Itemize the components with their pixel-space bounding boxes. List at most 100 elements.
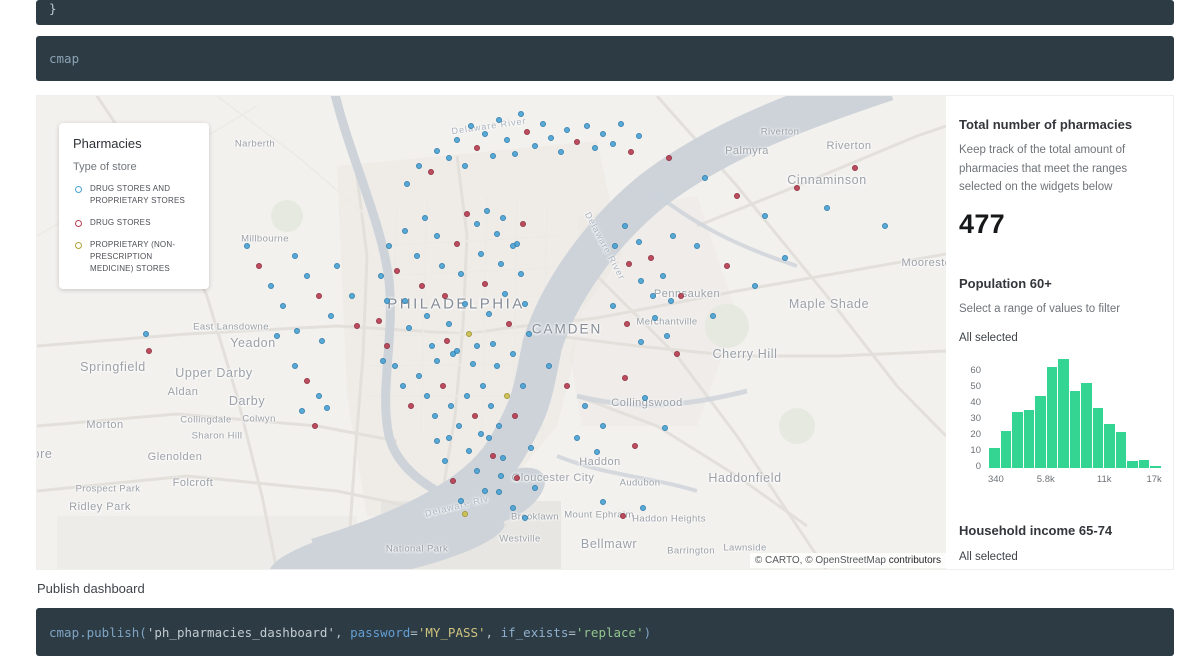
pharmacy-point	[824, 205, 830, 211]
widget-selection-status: All selected	[959, 551, 1161, 563]
pharmacy-point	[794, 185, 800, 191]
pharmacy-point	[624, 321, 630, 327]
pharmacy-point	[502, 291, 508, 297]
pharmacy-point	[406, 325, 412, 331]
pharmacy-point	[334, 263, 340, 269]
pharmacy-point	[256, 263, 262, 269]
pharmacy-point	[424, 313, 430, 319]
pharmacy-point	[574, 435, 580, 441]
legend-color-icon	[75, 242, 82, 249]
histogram-bar	[1127, 461, 1138, 467]
pharmacy-point	[650, 293, 656, 299]
widget-household-income: Household income 65-74 All selected 0102…	[959, 523, 1161, 571]
code-text: cmap.publish('ph_pharmacies_dashboard', …	[36, 608, 1174, 640]
pharmacy-point	[694, 243, 700, 249]
pharmacy-point	[414, 253, 420, 259]
pharmacy-point	[512, 151, 518, 157]
pharmacy-point	[486, 311, 492, 317]
histogram-bar	[1058, 359, 1069, 468]
histogram-bar	[1024, 410, 1035, 468]
pharmacy-point	[486, 435, 492, 441]
pharmacy-point	[444, 338, 450, 344]
carto-attribution-link[interactable]: © CARTO,	[755, 555, 805, 566]
map-canvas[interactable]: NarberthDelaware RiverDelaware RiverDela…	[37, 96, 946, 570]
code-token: if_exists	[501, 625, 569, 640]
legend-item-label: DRUG STORES	[90, 217, 151, 229]
pharmacy-point	[448, 403, 454, 409]
pharmacy-point	[462, 163, 468, 169]
legend-item: PROPRIETARY (NON-PRESCRIPTION MEDICINE) …	[73, 239, 197, 275]
pharmacy-point	[662, 425, 668, 431]
pharmacy-point	[642, 395, 648, 401]
legend-color-icon	[75, 186, 82, 193]
pharmacy-point	[622, 375, 628, 381]
pharmacy-point	[494, 231, 500, 237]
pharmacy-point	[349, 293, 355, 299]
widget-selection-status: All selected	[959, 332, 1161, 344]
pharmacy-point	[274, 333, 280, 339]
pharmacy-point	[416, 373, 422, 379]
code-token: 'MY_PASS'	[418, 625, 486, 640]
pharmacy-point	[490, 341, 496, 347]
pharmacy-point	[762, 213, 768, 219]
pharmacy-point	[852, 165, 858, 171]
pharmacy-point	[648, 255, 654, 261]
pharmacy-point	[292, 253, 298, 259]
legend-title: Pharmacies	[73, 136, 197, 151]
pharmacy-point	[392, 363, 398, 369]
pharmacy-point	[594, 449, 600, 455]
pharmacy-point	[612, 243, 618, 249]
pharmacy-point	[638, 339, 644, 345]
y-tick-label: 40	[970, 397, 981, 408]
histogram-bar	[1047, 367, 1058, 468]
pharmacy-point	[464, 211, 470, 217]
pharmacy-point	[143, 331, 149, 337]
pharmacy-point	[432, 413, 438, 419]
y-tick-label: 20	[970, 429, 981, 440]
pharmacy-point	[628, 149, 634, 155]
pharmacy-point	[442, 458, 448, 464]
code-cell-publish[interactable]: cmap.publish('ph_pharmacies_dashboard', …	[36, 608, 1174, 656]
pharmacy-point	[504, 393, 510, 399]
attribution-suffix: contributors	[886, 555, 941, 566]
pharmacy-point	[478, 431, 484, 437]
pharmacy-point	[618, 121, 624, 127]
pharmacy-point	[384, 298, 390, 304]
pharmacy-point	[299, 408, 305, 414]
pharmacy-point	[434, 358, 440, 364]
pharmacy-point	[474, 343, 480, 349]
y-tick-label: 10	[970, 445, 981, 456]
histogram-bar	[1081, 383, 1092, 468]
code-token: cmap.publish(	[49, 625, 147, 640]
legend-item-label: DRUG STORES AND PROPRIETARY STORES	[90, 183, 197, 207]
pharmacy-point	[702, 175, 708, 181]
pharmacy-point	[394, 268, 400, 274]
pharmacy-point	[496, 423, 502, 429]
pharmacy-point	[528, 445, 534, 451]
code-token: password	[350, 625, 410, 640]
pharmacy-point	[526, 331, 532, 337]
pharmacy-point	[610, 141, 616, 147]
pharmacy-point	[640, 505, 646, 511]
widget-title: Population 60+	[959, 276, 1161, 291]
pharmacy-point	[480, 383, 486, 389]
code-cell-partial[interactable]: }	[36, 0, 1174, 25]
osm-attribution-link[interactable]: © OpenStreetMap	[805, 555, 886, 566]
total-pharmacies-value: 477	[959, 209, 1161, 240]
x-tick-label: 340	[988, 474, 1004, 485]
widgets-sidebar: Total number of pharmacies Keep track of…	[946, 96, 1174, 570]
histogram-plot[interactable]	[989, 356, 1161, 468]
legend-subtitle: Type of store	[73, 161, 197, 173]
pharmacy-point	[504, 137, 510, 143]
pharmacy-point	[474, 468, 480, 474]
code-cell-cmap[interactable]: cmap	[36, 36, 1174, 81]
pharmacy-point	[312, 423, 318, 429]
histogram-bar	[1070, 391, 1081, 468]
pharmacy-point	[304, 273, 310, 279]
publish-dashboard-text: Publish dashboard	[37, 581, 145, 596]
widget-description: Select a range of values to filter	[959, 300, 1161, 319]
pharmacy-point	[478, 251, 484, 257]
pharmacy-point	[442, 293, 448, 299]
pharmacy-point	[434, 148, 440, 154]
population-histogram[interactable]: 0102030405060 3405.8k11k17k	[959, 356, 1161, 487]
